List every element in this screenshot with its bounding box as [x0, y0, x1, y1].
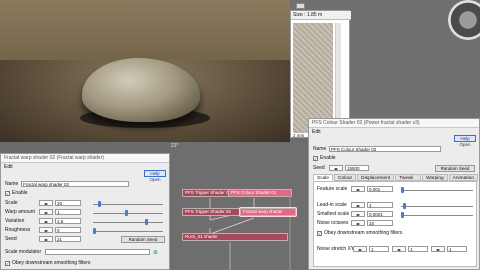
warp-amount-label: Warp amount: [5, 209, 35, 215]
warp-amount-spin[interactable]: ◂▸: [39, 209, 53, 215]
noise-stretch-y-spin[interactable]: ◂▸: [392, 246, 406, 252]
scale-slider-knob[interactable]: [98, 201, 101, 207]
feature-scale-knob[interactable]: [401, 187, 404, 193]
variation-input[interactable]: 1.5: [55, 218, 81, 224]
node-graph[interactable]: 21* PFS Tripper Shader 01 PFS Colour Sha…: [170, 142, 308, 270]
feature-scale-label: Feature scale: [317, 186, 348, 192]
enable-checkbox[interactable]: ✓: [313, 155, 318, 161]
smallest-scale-label: Smallest scale: [317, 211, 350, 217]
panel-title: PFS Colour Shader 02 (Power fractal shad…: [309, 119, 479, 128]
scrollbar[interactable]: [335, 23, 341, 133]
warp-amount-knob[interactable]: [125, 210, 128, 216]
scale-modulator-input[interactable]: [45, 249, 150, 255]
tab-displacement[interactable]: Displacement: [357, 174, 395, 181]
tab-colour[interactable]: Colour: [334, 174, 357, 181]
roughness-label: Roughness: [5, 227, 31, 233]
smallest-scale-spin[interactable]: ◂▸: [351, 211, 365, 217]
warp-amount-input[interactable]: 1: [55, 209, 81, 215]
graph-node[interactable]: Rock_01 shader: [182, 233, 288, 241]
seed-label: Seed: [313, 165, 325, 171]
obey-checkbox[interactable]: ✓: [5, 260, 10, 266]
roughness-knob[interactable]: [93, 228, 96, 234]
noise-stretch-x-spin[interactable]: ◂▸: [353, 246, 367, 252]
tab-animation[interactable]: Animation: [448, 174, 478, 181]
tab-warping[interactable]: Warping: [421, 174, 448, 181]
panel-title: Fractal warp shader 02 (Fractal warp sha…: [1, 154, 169, 163]
seed-spin[interactable]: ◂▸: [329, 165, 343, 171]
tab-scale[interactable]: Scale: [313, 174, 333, 181]
feature-scale-slider[interactable]: [401, 190, 473, 191]
warp-amount-slider[interactable]: [93, 213, 163, 214]
enable-label: Enable: [12, 190, 28, 196]
lead-in-scale-label: Lead-in scale: [317, 202, 347, 208]
variation-knob[interactable]: [145, 219, 148, 225]
name-input[interactable]: Fractal warp shader 02: [21, 181, 129, 187]
scale-modulator-label: Scale modulator: [5, 249, 42, 255]
noise-stretch-z-spin[interactable]: ◂▸: [431, 246, 445, 252]
scale-spin[interactable]: ◂▸: [39, 200, 53, 206]
noise-octaves-spin[interactable]: ◂▸: [351, 220, 365, 226]
node-connections: [209, 190, 291, 270]
variation-slider[interactable]: [93, 222, 163, 223]
graph-node[interactable]: PFS Colour Shader 01: [228, 189, 292, 197]
add-modulator-icon[interactable]: ⊕: [153, 249, 158, 256]
seed-spin[interactable]: ◂▸: [39, 236, 53, 242]
name-label: Name: [5, 181, 19, 187]
noise-stretch-y[interactable]: 1: [408, 246, 428, 252]
tab-tweak-noise[interactable]: Tweak Noise: [395, 174, 421, 188]
lead-in-scale-input[interactable]: 1: [367, 202, 393, 208]
seed-input[interactable]: 15500: [345, 165, 369, 171]
render-viewport[interactable]: [0, 0, 290, 142]
obey-label: Obey downstream smoothing filters: [12, 260, 91, 266]
feature-scale-input[interactable]: 0.001: [367, 186, 393, 192]
noise-octaves-input[interactable]: 15: [367, 220, 393, 226]
lead-in-scale-knob[interactable]: [403, 203, 406, 209]
feature-scale-spin[interactable]: ◂▸: [351, 186, 365, 192]
roughness-spin[interactable]: ◂▸: [39, 227, 53, 233]
preview-footer: 2 mm: [293, 133, 305, 138]
variation-spin[interactable]: ◂▸: [39, 218, 53, 224]
enable-checkbox[interactable]: ✓: [5, 190, 10, 196]
size-readout: Size : 1.85 m: [291, 11, 351, 20]
colour-shader-panel: PFS Colour Shader 02 (Power fractal shad…: [308, 118, 480, 270]
variation-label: Variation: [5, 218, 25, 224]
noise-stretch-label: Noise stretch XYZ: [317, 246, 358, 252]
graph-node-selected[interactable]: Fractal warp shader: [239, 207, 297, 217]
noise-octaves-label: Noise octaves: [317, 220, 349, 226]
obey-checkbox[interactable]: ✓: [317, 230, 322, 236]
smallest-scale-slider[interactable]: [401, 215, 473, 216]
smallest-scale-knob[interactable]: [401, 212, 404, 218]
smallest-scale-input[interactable]: 0.0001: [367, 211, 393, 217]
name-label: Name: [313, 146, 327, 152]
random-seed-button[interactable]: Random Seed: [121, 236, 165, 243]
scale-slider[interactable]: [93, 204, 163, 205]
seed-label: Seed: [5, 236, 17, 242]
graph-node[interactable]: PFS Tripper Shader 02: [182, 208, 240, 216]
texture-preview: [293, 23, 333, 133]
fractal-warp-panel: Fractal warp shader 02 (Fractal warp sha…: [0, 153, 170, 270]
seed-input[interactable]: 21: [55, 236, 81, 242]
obey-label: Obey downstream smoothing filters: [324, 230, 403, 236]
name-input[interactable]: PFS Colour Shader 02: [329, 146, 441, 152]
navigation-dial[interactable]: [448, 0, 480, 40]
noise-stretch-z[interactable]: 1: [447, 246, 467, 252]
window-tab-button[interactable]: [296, 3, 305, 9]
enable-label: Enable: [320, 155, 336, 161]
lead-in-scale-spin[interactable]: ◂▸: [351, 202, 365, 208]
scale-label: Scale: [5, 200, 18, 206]
tab-bar: Scale Colour Displacement Tweak Noise Wa…: [313, 174, 479, 188]
noise-stretch-x[interactable]: 1: [369, 246, 389, 252]
help-open-button[interactable]: Help Open: [144, 170, 166, 182]
random-seed-button[interactable]: Random Seed: [435, 165, 475, 172]
help-open-button[interactable]: Help Open: [454, 135, 476, 147]
roughness-input[interactable]: 0: [55, 227, 81, 233]
roughness-slider[interactable]: [93, 231, 163, 232]
lead-in-scale-slider[interactable]: [401, 206, 473, 207]
scale-input[interactable]: 20: [55, 200, 81, 206]
